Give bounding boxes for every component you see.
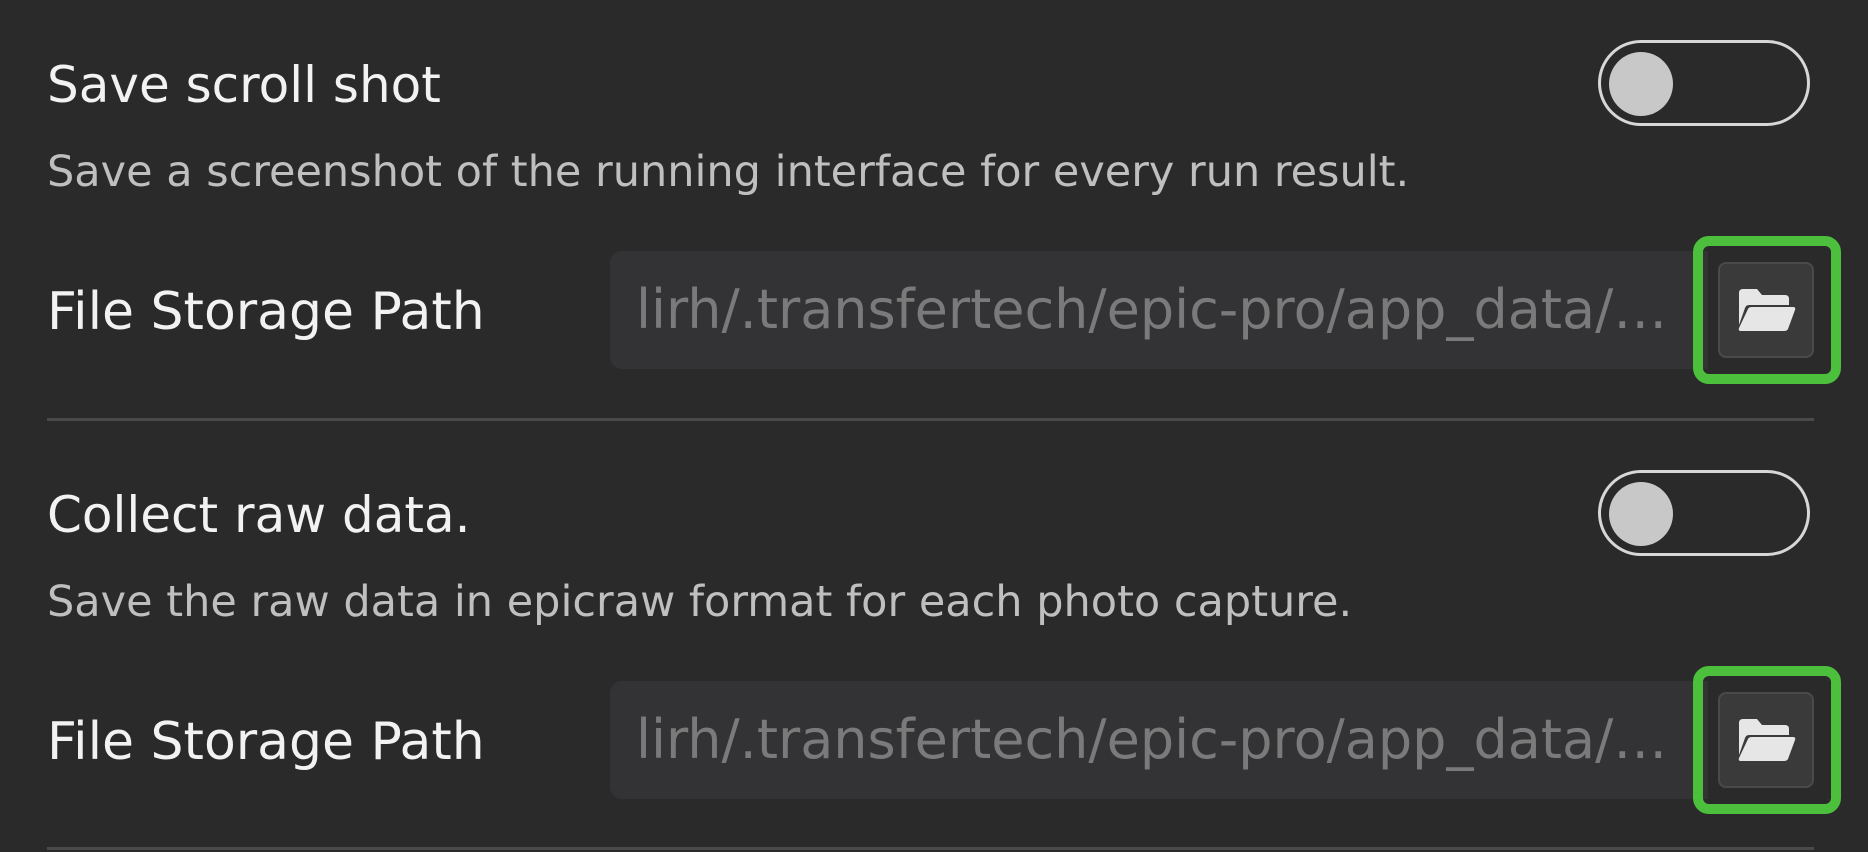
raw-data-section: Collect raw data. Save the raw data in e… [0, 430, 1868, 830]
toggle-knob [1609, 482, 1673, 546]
raw-data-browse-button[interactable] [1718, 692, 1814, 788]
raw-data-toggle[interactable] [1598, 470, 1810, 556]
scroll-shot-description: Save a screenshot of the running interfa… [47, 147, 1410, 197]
folder-open-icon [1738, 289, 1796, 331]
scroll-shot-section: Save scroll shot Save a screenshot of th… [0, 0, 1868, 400]
scroll-shot-toggle[interactable] [1598, 40, 1810, 126]
folder-open-icon [1738, 719, 1796, 761]
raw-data-path-label: File Storage Path [47, 712, 485, 772]
raw-data-path-field[interactable]: lirh/.transfertech/epic-pro/app_data/… [610, 681, 1708, 799]
scroll-shot-title: Save scroll shot [47, 56, 441, 114]
scroll-shot-path-label: File Storage Path [47, 282, 485, 342]
section-divider [47, 847, 1814, 850]
section-divider [47, 418, 1814, 421]
raw-data-description: Save the raw data in epicraw format for … [47, 577, 1353, 627]
toggle-knob [1609, 52, 1673, 116]
scroll-shot-path-field[interactable]: lirh/.transfertech/epic-pro/app_data/… [610, 251, 1708, 369]
raw-data-title: Collect raw data. [47, 486, 471, 544]
scroll-shot-browse-button[interactable] [1718, 262, 1814, 358]
